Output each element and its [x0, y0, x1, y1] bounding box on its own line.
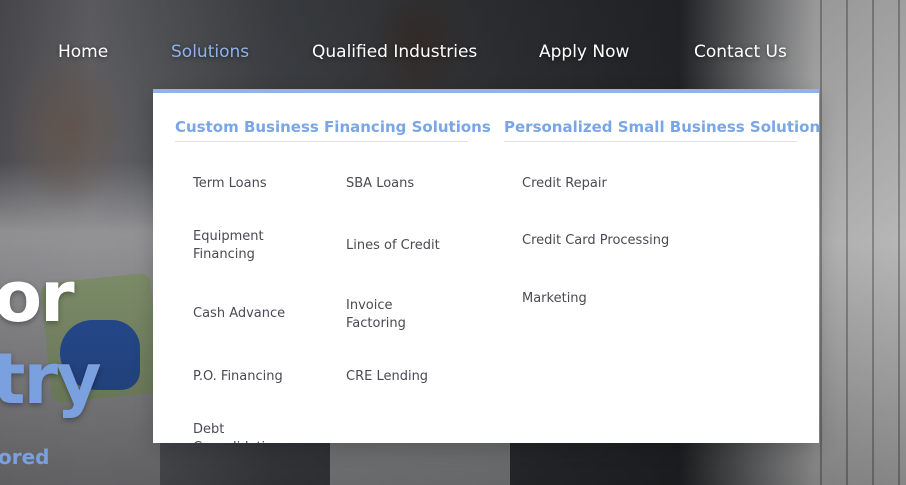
menu-link-lines-of-credit[interactable]: Lines of Credit	[346, 237, 440, 255]
menu-link-debt-consolidation[interactable]: Debt Consolidation	[193, 421, 293, 443]
menu-link-po-financing[interactable]: P.O. Financing	[193, 368, 283, 386]
nav-solutions[interactable]: Solutions	[171, 30, 249, 74]
menu-link-credit-repair[interactable]: Credit Repair	[522, 175, 607, 193]
menu-link-marketing[interactable]: Marketing	[522, 290, 587, 308]
nav-contact-us[interactable]: Contact Us	[694, 30, 787, 74]
column-heading-business-financing: Custom Business Financing Solutions	[175, 118, 491, 136]
menu-link-cash-advance[interactable]: Cash Advance	[193, 305, 285, 323]
nav-apply-now[interactable]: Apply Now	[539, 30, 629, 74]
menu-link-equipment-financing[interactable]: Equipment Financing	[193, 228, 283, 263]
nav-qualified-industries[interactable]: Qualified Industries	[312, 30, 477, 74]
hero-heading-line1: or	[0, 256, 75, 338]
solutions-dropdown-menu: Custom Business Financing Solutions Term…	[153, 89, 819, 443]
nav-home[interactable]: Home	[58, 30, 108, 74]
menu-link-invoice-factoring[interactable]: Invoice Factoring	[346, 297, 426, 332]
column-divider	[175, 141, 468, 142]
column-heading-small-business: Personalized Small Business Solutions	[504, 118, 819, 136]
main-navigation: Home Solutions Qualified Industries Appl…	[0, 30, 906, 74]
menu-link-sba-loans[interactable]: SBA Loans	[346, 175, 414, 193]
menu-link-cre-lending[interactable]: CRE Lending	[346, 368, 428, 386]
menu-link-credit-card-processing[interactable]: Credit Card Processing	[522, 232, 669, 250]
hero-subheading: ored	[0, 445, 50, 469]
hero-heading-line2: try	[0, 338, 102, 420]
column-divider	[504, 141, 797, 142]
menu-link-term-loans[interactable]: Term Loans	[193, 175, 267, 193]
